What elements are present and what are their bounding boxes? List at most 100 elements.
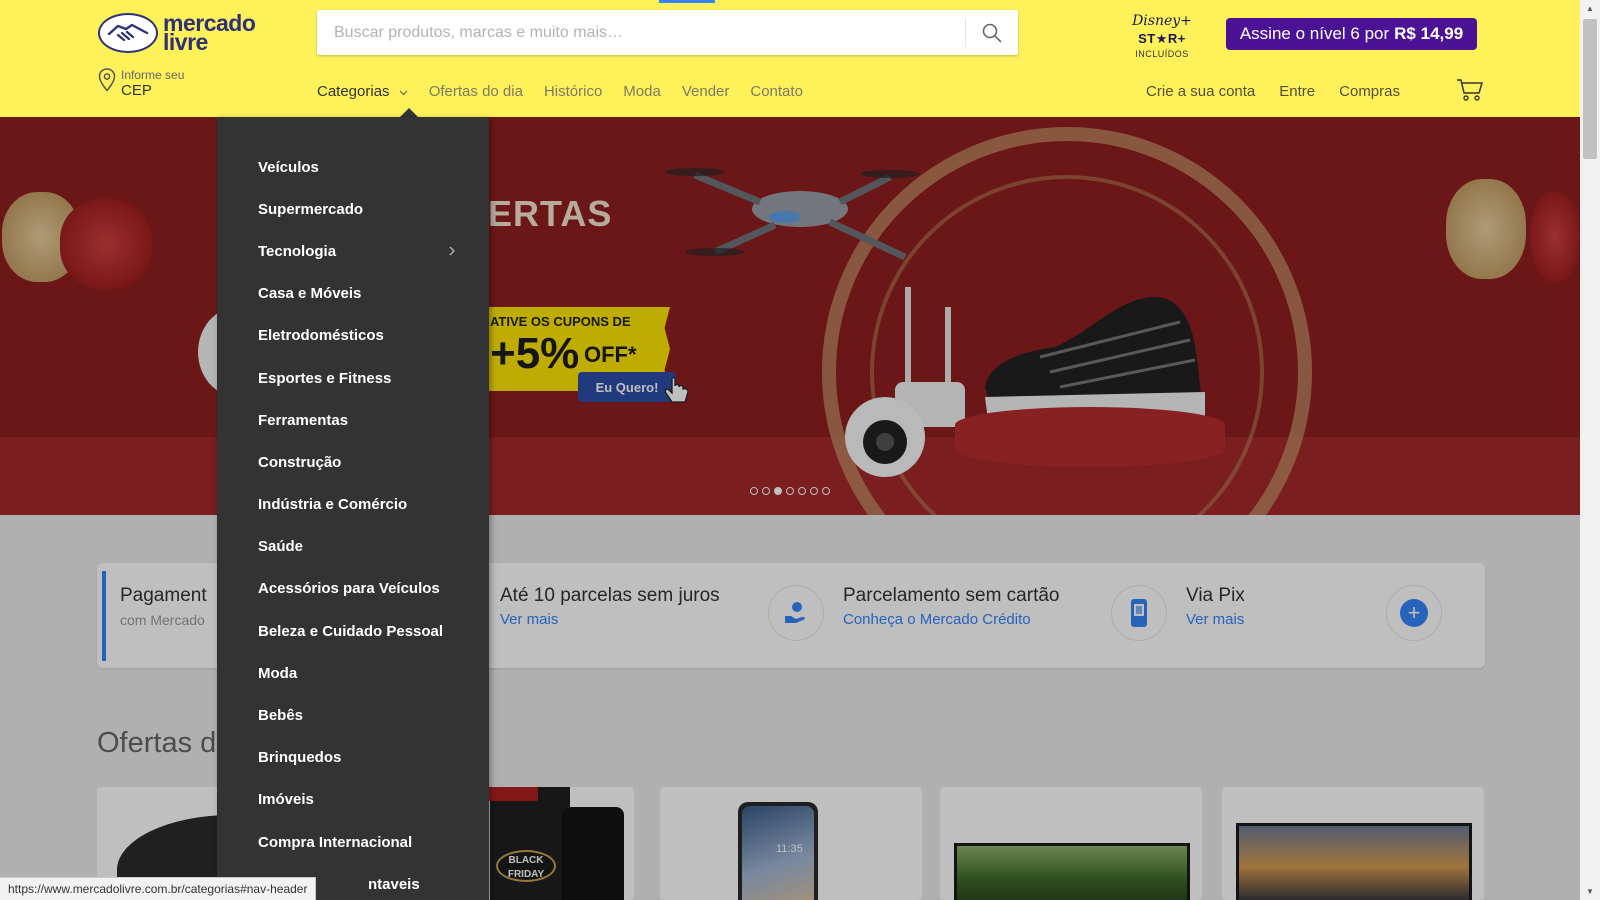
cep-selector[interactable]: Informe seu CEP [98, 68, 184, 98]
disney-included-label: INCLUÍDOS [1135, 49, 1189, 59]
banner-title: ERTAS [488, 193, 613, 234]
offers-section-title: Ofertas d [97, 727, 217, 759]
coupon-value: +5% [490, 329, 580, 378]
carousel-dot[interactable] [750, 487, 758, 495]
coupon-header-text: ATIVE OS CUPONS DE [490, 314, 631, 329]
nav-categorias-label: Categorias [317, 83, 390, 100]
handshake-icon [98, 13, 158, 53]
category-item-construcao[interactable]: Construção [217, 441, 489, 483]
category-item-saude[interactable]: Saúde [217, 526, 489, 568]
nav-create-account[interactable]: Crie a sua conta [1146, 83, 1255, 100]
coupon-cta-button[interactable]: Eu Quero! [578, 372, 676, 402]
product-image-shaker [562, 807, 624, 900]
nav-purchases[interactable]: Compras [1339, 83, 1400, 100]
scroll-up-arrow-icon[interactable]: ▲ [1580, 0, 1600, 17]
nav-contato[interactable]: Contato [750, 83, 803, 100]
category-item-acessorios-para-veiculos[interactable]: Acessórios para Veículos [217, 568, 489, 610]
category-item-eletrodomesticos[interactable]: Eletrodomésticos [217, 315, 489, 357]
search-bar [317, 10, 1018, 55]
supplement-cap [488, 787, 538, 801]
more-payment-methods-button[interactable]: + [1386, 585, 1442, 641]
category-item-tecnologia[interactable]: Tecnologia [217, 230, 489, 272]
hand-cursor-icon [664, 377, 689, 403]
search-input[interactable] [334, 10, 954, 55]
dropdown-pointer [400, 108, 418, 117]
payment-title: Parcelamento sem cartão [843, 585, 1060, 606]
nav-categorias[interactable]: Categorias [317, 83, 408, 100]
disney-star-badge[interactable]: Disney+ ST★R+ INCLUÍDOS [1110, 12, 1214, 59]
category-item-esportes-e-fitness[interactable]: Esportes e Fitness [217, 357, 489, 399]
nav-ofertas-do-dia[interactable]: Ofertas do dia [429, 83, 523, 100]
carousel-dot[interactable] [762, 487, 770, 495]
banner-pedestal [955, 407, 1225, 467]
hand-coin-icon [768, 585, 824, 641]
logo-line2: livre [163, 29, 208, 55]
star-plus-logo: ST★R+ [1138, 31, 1186, 46]
active-tab-indicator [659, 0, 715, 3]
product-image-tv [1236, 823, 1472, 900]
payment-item-pix[interactable]: Via Pix Ver mais [1186, 585, 1245, 628]
tv-screen-forest [957, 846, 1187, 900]
black-friday-badge: BLACK FRIDAY [496, 850, 556, 882]
phone-clock-text: 11:35 [776, 843, 803, 855]
payment-link[interactable]: Conheça o Mercado Crédito [843, 611, 1060, 628]
chevron-right-icon [449, 247, 455, 256]
nav-vender[interactable]: Vender [682, 83, 730, 100]
pix-phone-icon [1111, 585, 1167, 641]
lantern-decoration [60, 199, 152, 289]
carousel-dot[interactable] [798, 487, 806, 495]
cart-button[interactable] [1456, 78, 1484, 102]
category-item-casa-e-moveis[interactable]: Casa e Móveis [217, 273, 489, 315]
category-item-ferramentas[interactable]: Ferramentas [217, 399, 489, 441]
payment-item-credit[interactable]: Parcelamento sem cartão Conheça o Mercad… [843, 585, 1060, 628]
payment-link[interactable]: Ver mais [1186, 611, 1245, 628]
lantern-decoration [1446, 179, 1526, 279]
tv-screen-sunset [1239, 826, 1469, 900]
scroll-thumb[interactable] [1583, 19, 1597, 159]
cep-value: CEP [121, 82, 152, 99]
lantern-decoration [1530, 192, 1580, 282]
payment-title: Até 10 parcelas sem juros [500, 585, 720, 606]
chevron-down-icon [399, 90, 408, 96]
category-item-supermercado[interactable]: Supermercado [217, 188, 489, 230]
mercado-livre-logo[interactable]: mercado livre [98, 11, 258, 55]
category-item-veiculos[interactable]: Veículos [217, 146, 489, 188]
coupon-off-label: OFF* [584, 342, 637, 367]
category-item-moda[interactable]: Moda [217, 652, 489, 694]
product-image-supplement [490, 787, 570, 900]
category-item-bebes[interactable]: Bebês [217, 694, 489, 736]
category-item-beleza-e-cuidado-pessoal[interactable]: Beleza e Cuidado Pessoal [217, 610, 489, 652]
promo-price: R$ 14,99 [1394, 24, 1464, 43]
nav-moda[interactable]: Moda [623, 83, 661, 100]
security-camera-image [845, 287, 965, 477]
account-nav: Crie a sua conta Entre Compras [1122, 83, 1400, 100]
plus-icon: + [1400, 599, 1428, 627]
carousel-dot[interactable] [822, 487, 830, 495]
subscription-promo-button[interactable]: Assine o nível 6 por R$ 14,99 [1226, 18, 1477, 50]
category-item-imoveis[interactable]: Imóveis [217, 779, 489, 821]
payment-link[interactable]: Ver mais [500, 611, 720, 628]
vertical-scrollbar[interactable]: ▲ ▼ [1580, 0, 1600, 900]
nav-historico[interactable]: Histórico [544, 83, 602, 100]
carousel-dot-active[interactable] [774, 487, 782, 495]
category-item-compra-internacional[interactable]: Compra Internacional [217, 821, 489, 863]
category-label: ntaveis [368, 875, 420, 893]
category-item-brinquedos[interactable]: Brinquedos [217, 737, 489, 779]
category-item-industria-e-comercio[interactable]: Indústria e Comércio [217, 484, 489, 526]
cart-icon [1457, 79, 1483, 101]
payment-item-installments[interactable]: Até 10 parcelas sem juros Ver mais [500, 585, 720, 628]
link-status-bar: https://www.mercadolivre.com.br/categori… [0, 877, 317, 900]
cep-label: Informe seu [121, 68, 185, 82]
carousel-dot[interactable] [810, 487, 818, 495]
site-header: mercado livre Informe seu CEP Disney+ ST… [0, 0, 1580, 117]
category-list: Veículos Supermercado Tecnologia Casa e … [217, 117, 489, 900]
payment-accent-bar [102, 571, 106, 661]
disney-plus-logo: Disney+ [1132, 13, 1192, 29]
payment-item-mercado-pago[interactable]: Pagament com Mercado [120, 585, 207, 628]
nav-login[interactable]: Entre [1279, 83, 1315, 100]
category-label: Tecnologia [258, 242, 337, 260]
search-button[interactable] [966, 10, 1018, 55]
carousel-dot[interactable] [786, 487, 794, 495]
payment-title: Via Pix [1186, 585, 1245, 606]
scroll-down-arrow-icon[interactable]: ▼ [1580, 883, 1600, 900]
